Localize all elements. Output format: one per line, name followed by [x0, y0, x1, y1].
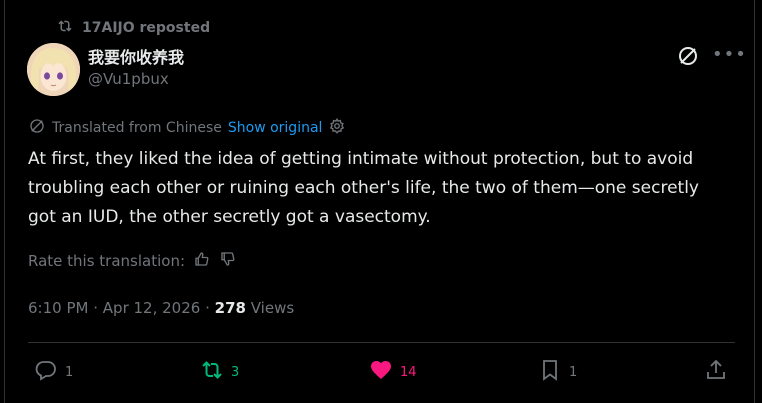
views-label: Views: [250, 299, 295, 317]
column-border-right: [754, 0, 755, 403]
grok-icon[interactable]: [676, 44, 700, 68]
tweet-date[interactable]: Apr 12, 2026: [103, 299, 201, 317]
like-count: 14: [400, 364, 417, 380]
repost-label: 17AIJO reposted: [82, 20, 211, 36]
rate-translation: Rate this translation:: [28, 250, 237, 272]
column-border-left: [4, 0, 5, 403]
bookmark-count: 1: [569, 364, 578, 380]
meta-separator: ·: [93, 299, 99, 317]
avatar[interactable]: [27, 43, 80, 96]
reply-button[interactable]: 1: [34, 358, 73, 386]
tweet-detail: 17AIJO reposted 我要你收养我 @Vu1pbux ••• Tran…: [0, 0, 762, 403]
rate-translation-label: Rate this translation:: [28, 252, 186, 270]
tweet-meta: 6:10 PM · Apr 12, 2026 · 278 Views: [28, 299, 294, 317]
more-options-icon[interactable]: •••: [712, 46, 746, 66]
tweet-time[interactable]: 6:10 PM: [28, 299, 88, 317]
repost-icon: [200, 358, 224, 386]
repost-icon: [56, 17, 74, 39]
heart-icon: [369, 358, 393, 386]
thumbs-down-icon[interactable]: [219, 250, 237, 272]
author-display-name[interactable]: 我要你收养我: [88, 44, 184, 68]
translate-icon: [28, 117, 46, 139]
divider: [28, 342, 735, 343]
bookmark-icon: [538, 358, 562, 386]
meta-separator: ·: [205, 299, 210, 317]
reply-icon: [34, 358, 58, 386]
action-bar: 1 3 14 1: [0, 358, 762, 388]
tweet-text: At first, they liked the idea of getting…: [28, 149, 699, 227]
share-button[interactable]: [704, 358, 728, 386]
thumbs-up-icon[interactable]: [193, 250, 211, 272]
reply-count: 1: [65, 364, 74, 380]
like-button[interactable]: 14: [369, 358, 417, 386]
repost-button[interactable]: 3: [200, 358, 239, 386]
views-count: 278: [214, 299, 246, 317]
translation-settings-icon[interactable]: [328, 117, 346, 139]
translation-label: Translated from Chinese: [52, 120, 222, 136]
author-handle[interactable]: @Vu1pbux: [88, 70, 169, 88]
repost-count: 3: [231, 364, 240, 380]
show-original-link[interactable]: Show original: [228, 120, 323, 136]
repost-context[interactable]: 17AIJO reposted: [56, 17, 210, 39]
bookmark-button[interactable]: 1: [538, 358, 577, 386]
share-icon: [704, 358, 728, 386]
translation-bar: Translated from Chinese Show original: [28, 117, 346, 139]
